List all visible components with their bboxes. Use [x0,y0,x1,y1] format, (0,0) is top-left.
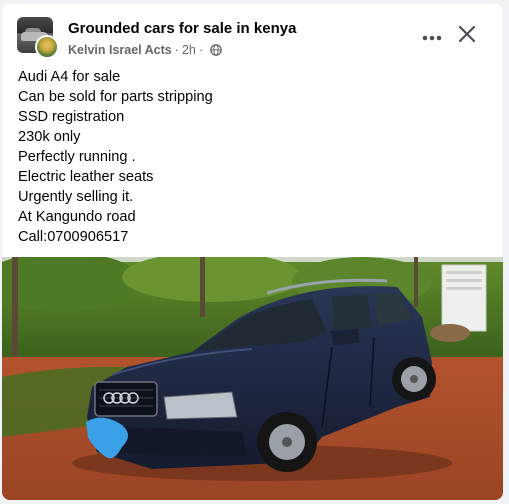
post-line: SSD registration [18,109,125,125]
group-name-link[interactable]: Grounded cars for sale in kenya [68,20,296,37]
user-avatar[interactable] [35,35,59,59]
post-line: Call:0700906517 [18,229,129,245]
car-photo-illustration [2,257,503,500]
post-line: Perfectly running . [18,149,136,165]
more-horizontal-icon [422,35,442,41]
post-photo[interactable] [2,257,503,500]
post-line: Urgently selling it. [18,189,134,205]
post-line: Electric leather seats [18,169,154,185]
post-line: 230k only [18,129,81,145]
post-body-text: Audi A4 for sale Can be sold for parts s… [18,67,488,247]
post-timestamp[interactable]: 2h [182,43,196,57]
meta-separator-2: · [198,43,204,57]
post-line: Can be sold for parts stripping [18,89,213,105]
post-header: Grounded cars for sale in kenya Kelvin I… [2,4,503,66]
post-line: Audi A4 for sale [18,69,121,85]
author-link[interactable]: Kelvin Israel Acts [68,43,172,57]
meta-separator: · [174,43,179,57]
post-card: Grounded cars for sale in kenya Kelvin I… [2,4,503,500]
post-meta: Kelvin Israel Acts · 2h · [68,43,222,57]
avatar-group[interactable] [17,17,59,59]
more-options-button[interactable] [414,20,450,56]
close-post-button[interactable] [449,16,485,52]
post-line: At Kangundo road [18,209,136,225]
close-icon [458,25,476,43]
globe-icon[interactable] [210,44,222,56]
